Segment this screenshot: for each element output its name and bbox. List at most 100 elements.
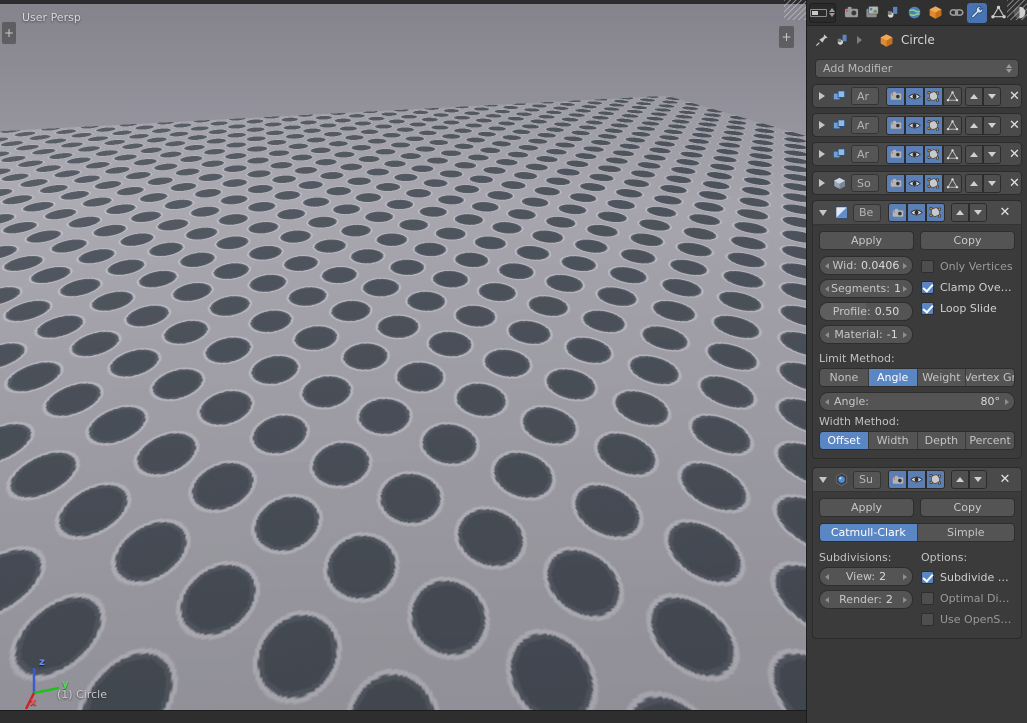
- move-up-button[interactable]: [965, 144, 983, 164]
- render-tab[interactable]: [841, 3, 861, 23]
- on-cage-toggle[interactable]: [943, 86, 962, 106]
- increment-arrow-icon[interactable]: [903, 262, 907, 269]
- subsurf-render-field[interactable]: Render: 2: [819, 590, 913, 609]
- decrement-arrow-icon[interactable]: [825, 331, 829, 338]
- realtime-toggle[interactable]: [905, 144, 924, 164]
- edit-mode-toggle[interactable]: [924, 144, 943, 164]
- output-tab[interactable]: [862, 3, 882, 23]
- editor-type-selector[interactable]: [809, 2, 836, 23]
- realtime-toggle[interactable]: [907, 203, 926, 222]
- 3d-viewport[interactable]: + + User Persp (1) Circle z y x: [0, 0, 806, 723]
- only-vertices-checkbox[interactable]: [921, 260, 934, 273]
- header-resize-grip[interactable]: [1007, 0, 1027, 20]
- on-cage-toggle[interactable]: [943, 144, 962, 164]
- bevel-material-field[interactable]: Material: -1: [819, 325, 913, 344]
- expand-triangle-icon[interactable]: [819, 179, 825, 187]
- modifier-header[interactable]: Ar ✕: [812, 113, 1022, 137]
- collapse-triangle-icon[interactable]: [819, 209, 827, 216]
- increment-arrow-icon[interactable]: [903, 573, 907, 580]
- scene-icon[interactable]: [836, 33, 850, 47]
- render-toggle[interactable]: [888, 470, 907, 489]
- modifiers-tab[interactable]: [967, 2, 987, 23]
- realtime-toggle[interactable]: [905, 86, 924, 106]
- delete-modifier-button[interactable]: ✕: [1009, 174, 1020, 193]
- apply-button[interactable]: Apply: [819, 498, 914, 517]
- bevel-width-field[interactable]: Wid: 0.0406: [819, 256, 913, 275]
- modifier-header[interactable]: Ar ✕: [812, 142, 1022, 166]
- subdivide-uvs-checkbox[interactable]: [921, 571, 934, 584]
- bevel-profile-slider[interactable]: Profile: 0.50: [819, 302, 913, 321]
- increment-arrow-icon[interactable]: [1005, 398, 1009, 405]
- algorithm-catmull-clark[interactable]: Catmull-Clark: [820, 524, 918, 541]
- increment-arrow-icon[interactable]: [903, 331, 907, 338]
- expand-triangle-icon[interactable]: [819, 150, 825, 158]
- decrement-arrow-icon[interactable]: [825, 285, 829, 292]
- modifier-name-field[interactable]: Su: [853, 470, 881, 489]
- width-method-depth[interactable]: Depth: [917, 432, 967, 449]
- use-opensubdiv-checkbox[interactable]: [921, 613, 934, 626]
- bevel-modifier-header[interactable]: Be ✕: [812, 200, 1022, 224]
- add-modifier-button[interactable]: Add Modifier: [815, 59, 1019, 78]
- realtime-toggle[interactable]: [905, 173, 924, 193]
- move-down-button[interactable]: [983, 86, 1001, 106]
- subdivide-uvs-row[interactable]: Subdivide U…: [921, 567, 1015, 588]
- delete-modifier-button[interactable]: ✕: [995, 203, 1015, 222]
- clamp-overlap-checkbox[interactable]: [921, 281, 934, 294]
- loop-slide-row[interactable]: Loop Slide: [921, 298, 1015, 319]
- decrement-arrow-icon[interactable]: [825, 596, 829, 603]
- realtime-toggle[interactable]: [905, 115, 924, 135]
- use-opensubdiv-row[interactable]: Use OpenSu…: [921, 609, 1015, 630]
- move-down-button[interactable]: [969, 203, 987, 222]
- on-cage-toggle[interactable]: [943, 115, 962, 135]
- move-down-button[interactable]: [983, 173, 1001, 193]
- viewport-right-panel-toggle[interactable]: +: [779, 26, 794, 48]
- limit-method-none[interactable]: None: [820, 369, 869, 386]
- limit-method-weight[interactable]: Weight: [917, 369, 967, 386]
- render-toggle[interactable]: [886, 115, 905, 135]
- width-method-width[interactable]: Width: [868, 432, 918, 449]
- bevel-angle-field[interactable]: Angle: 80°: [819, 392, 1015, 411]
- bevel-segments-field[interactable]: Segments: 1: [819, 279, 913, 298]
- modifier-header[interactable]: So ✕: [812, 171, 1022, 195]
- scene-tab[interactable]: [883, 3, 903, 23]
- on-cage-toggle[interactable]: [943, 173, 962, 193]
- viewport-left-panel-toggle[interactable]: +: [2, 22, 16, 44]
- collapse-triangle-icon[interactable]: [819, 476, 827, 483]
- limit-method-vertex-group[interactable]: Vertex Gr: [966, 369, 1014, 386]
- edit-mode-toggle[interactable]: [926, 203, 945, 222]
- move-up-button[interactable]: [951, 470, 969, 489]
- modifier-name-field[interactable]: So: [851, 174, 879, 192]
- modifier-header[interactable]: Ar ✕: [812, 84, 1022, 108]
- loop-slide-checkbox[interactable]: [921, 302, 934, 315]
- move-up-button[interactable]: [965, 173, 983, 193]
- subsurf-view-field[interactable]: View: 2: [819, 567, 913, 586]
- only-vertices-row[interactable]: Only Vertices: [921, 256, 1015, 277]
- apply-button[interactable]: Apply: [819, 231, 914, 250]
- move-down-button[interactable]: [983, 144, 1001, 164]
- algorithm-simple[interactable]: Simple: [917, 524, 1014, 541]
- increment-arrow-icon[interactable]: [903, 285, 907, 292]
- delete-modifier-button[interactable]: ✕: [1009, 116, 1020, 135]
- modifier-name-field[interactable]: Ar: [851, 145, 879, 163]
- constraints-tab[interactable]: [946, 3, 966, 23]
- width-method-offset[interactable]: Offset: [820, 432, 869, 449]
- decrement-arrow-icon[interactable]: [825, 573, 829, 580]
- move-up-button[interactable]: [965, 115, 983, 135]
- move-down-button[interactable]: [969, 470, 987, 489]
- data-tab[interactable]: [988, 3, 1008, 23]
- viewport-corner-grip[interactable]: [784, 0, 806, 20]
- increment-arrow-icon[interactable]: [903, 596, 907, 603]
- render-toggle[interactable]: [886, 144, 905, 164]
- world-tab[interactable]: [904, 3, 924, 23]
- decrement-arrow-icon[interactable]: [825, 398, 829, 405]
- limit-method-angle[interactable]: Angle: [868, 369, 918, 386]
- optimal-display-row[interactable]: Optimal Dis…: [921, 588, 1015, 609]
- edit-mode-toggle[interactable]: [924, 173, 943, 193]
- move-up-button[interactable]: [951, 203, 969, 222]
- copy-button[interactable]: Copy: [920, 231, 1015, 250]
- delete-modifier-button[interactable]: ✕: [1009, 87, 1020, 106]
- object-tab[interactable]: [925, 3, 945, 23]
- decrement-arrow-icon[interactable]: [825, 262, 829, 269]
- delete-modifier-button[interactable]: ✕: [995, 470, 1015, 489]
- width-method-percent[interactable]: Percent: [966, 432, 1014, 449]
